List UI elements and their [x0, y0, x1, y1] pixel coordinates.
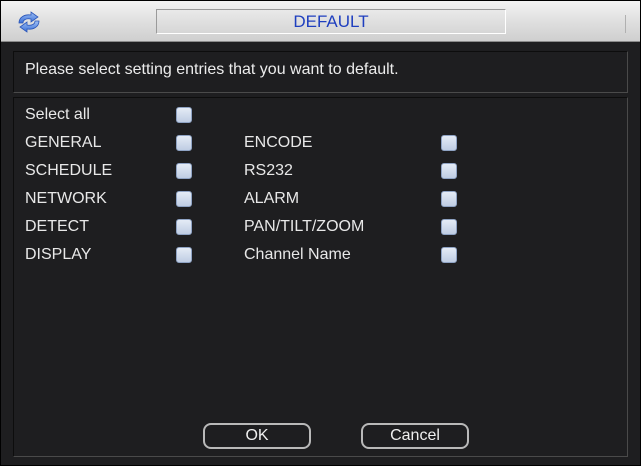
cancel-button[interactable]: Cancel — [361, 423, 469, 449]
network-checkbox[interactable] — [176, 191, 192, 207]
ok-button[interactable]: OK — [203, 423, 311, 449]
default-dialog: DEFAULT Please select setting entries th… — [0, 0, 641, 466]
channel-name-label: Channel Name — [244, 246, 351, 263]
schedule-checkbox[interactable] — [176, 163, 192, 179]
display-checkbox[interactable] — [176, 247, 192, 263]
display-label: DISPLAY — [25, 246, 92, 263]
general-label: GENERAL — [25, 134, 102, 151]
select-all-checkbox[interactable] — [176, 107, 192, 123]
channel-name-checkbox[interactable] — [441, 247, 457, 263]
title-bar: DEFAULT — [1, 1, 640, 42]
general-checkbox[interactable] — [176, 135, 192, 151]
rs232-label: RS232 — [244, 162, 293, 179]
entries-panel — [13, 97, 628, 457]
pan-tilt-zoom-label: PAN/TILT/ZOOM — [244, 218, 365, 235]
encode-checkbox[interactable] — [441, 135, 457, 151]
refresh-icon[interactable] — [13, 10, 45, 34]
select-all-label: Select all — [25, 106, 90, 123]
instruction-text: Please select setting entries that you w… — [25, 61, 399, 78]
dialog-title: DEFAULT — [293, 12, 369, 31]
encode-label: ENCODE — [244, 134, 313, 151]
title-bar-divider — [625, 15, 632, 33]
pan-tilt-zoom-checkbox[interactable] — [441, 219, 457, 235]
alarm-checkbox[interactable] — [441, 191, 457, 207]
schedule-label: SCHEDULE — [25, 162, 113, 179]
rs232-checkbox[interactable] — [441, 163, 457, 179]
detect-checkbox[interactable] — [176, 219, 192, 235]
detect-label: DETECT — [25, 218, 89, 235]
alarm-label: ALARM — [244, 190, 300, 207]
network-label: NETWORK — [25, 190, 107, 207]
